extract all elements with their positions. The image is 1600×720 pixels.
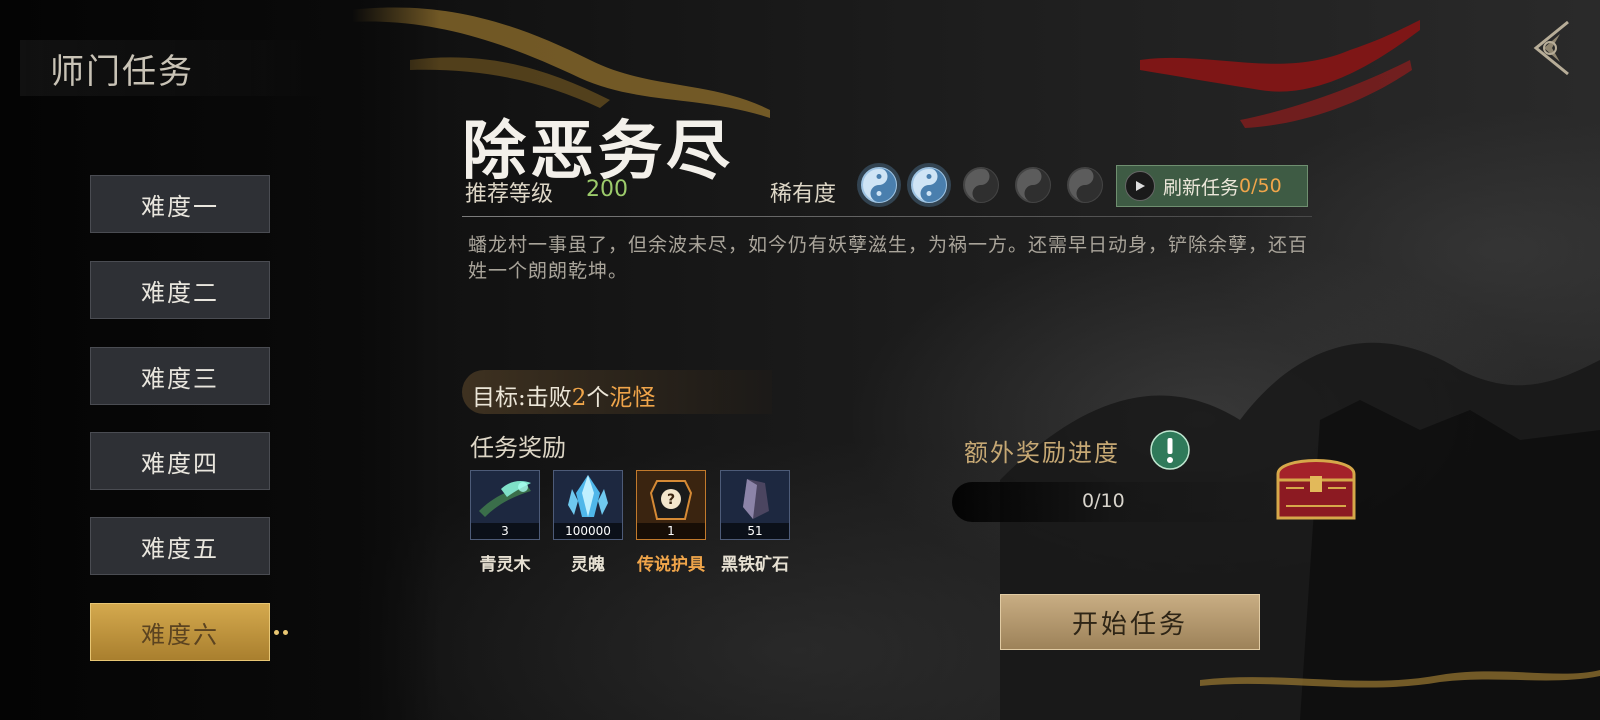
info-alert-icon[interactable]	[1150, 430, 1190, 470]
red-ink-decoration	[1140, 20, 1420, 128]
extra-reward-progress-text: 0/10	[1082, 490, 1125, 512]
reward-slot-black-iron-ore[interactable]: 51	[720, 470, 790, 540]
treasure-chest-icon[interactable]	[1268, 444, 1364, 528]
play-icon	[1125, 171, 1155, 201]
refresh-mission-button[interactable]: 刷新任务 0/50	[1116, 165, 1308, 207]
reward-name: 传说护具	[637, 555, 705, 575]
blue-crystal-icon	[568, 475, 608, 517]
reward-count: 3	[471, 523, 539, 539]
difficulty-3-button[interactable]: 难度三	[90, 347, 270, 405]
difficulty-1-button[interactable]: 难度一	[90, 175, 270, 233]
difficulty-4-button[interactable]: 难度四	[90, 432, 270, 490]
rarity-label: 稀有度	[770, 182, 837, 207]
back-icon[interactable]	[1516, 16, 1580, 80]
refresh-count: 0/50	[1239, 175, 1282, 197]
reward-name: 灵魄	[571, 555, 605, 575]
reward-count: 51	[721, 523, 789, 539]
refresh-label: 刷新任务	[1163, 176, 1240, 199]
rarity-yinyang-icon-filled	[907, 163, 951, 207]
difficulty-2-button[interactable]: 难度二	[90, 261, 270, 319]
reward-name: 黑铁矿石	[721, 555, 789, 575]
goal-target: 泥怪	[609, 385, 656, 411]
rarity-yinyang-icon-empty	[963, 167, 999, 203]
mission-goal: 目标:击败2个泥怪	[472, 378, 655, 412]
page-title: 师门任务	[50, 52, 194, 92]
mystery-armor-icon: ?	[649, 480, 693, 520]
reward-count: 1	[637, 523, 705, 539]
start-mission-button[interactable]: 开始任务	[1000, 594, 1260, 650]
green-wood-icon	[479, 481, 531, 517]
header-divider	[462, 216, 1312, 217]
goal-count: 2	[571, 385, 587, 411]
reward-slot-blue-crystal[interactable]: 100000	[553, 470, 623, 540]
reward-count: 100000	[554, 523, 622, 539]
goal-prefix: 目标:击败	[472, 385, 572, 411]
recommended-level-label: 推荐等级	[465, 182, 554, 207]
rarity-yinyang-icon-filled	[857, 163, 901, 207]
extra-reward-label: 额外奖励进度	[964, 439, 1120, 467]
goal-unit: 个	[586, 385, 610, 411]
difficulty-5-button[interactable]: 难度五	[90, 517, 270, 575]
black-iron-ore-icon	[743, 479, 769, 519]
svg-text:?: ?	[667, 492, 675, 508]
rarity-yinyang-icon-empty	[1015, 167, 1051, 203]
reward-slot-legend-armor[interactable]: ? 1	[636, 470, 706, 540]
rewards-label: 任务奖励	[470, 434, 566, 462]
gold-particles-decoration	[1200, 670, 1600, 688]
mission-description: 蟠龙村一事虽了，但余波未尽，如今仍有妖孽滋生，为祸一方。还需早日动身，铲除余孽，…	[468, 234, 1309, 282]
selected-indicator	[272, 625, 298, 641]
recommended-level-value: 200	[586, 177, 628, 202]
reward-slot-green-wood[interactable]: 3	[470, 470, 540, 540]
rarity-yinyang-icon-empty	[1067, 167, 1103, 203]
difficulty-6-button[interactable]: 难度六	[90, 603, 270, 661]
reward-name: 青灵木	[479, 555, 531, 575]
